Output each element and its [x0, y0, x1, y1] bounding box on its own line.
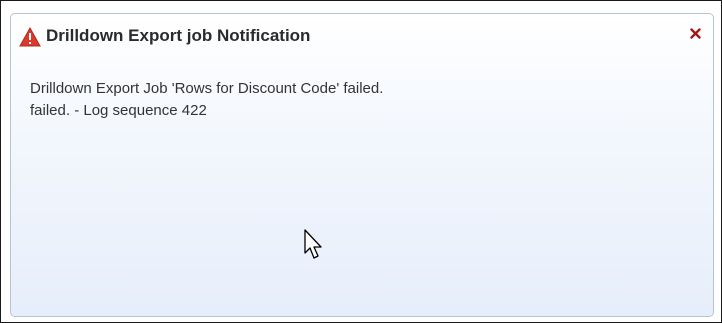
notification-panel: Drilldown Export job Notification Drilld… [10, 13, 714, 317]
message-line: Drilldown Export Job 'Rows for Discount … [30, 80, 384, 97]
notification-title: Drilldown Export job Notification [46, 26, 311, 45]
mouse-pointer-icon [303, 229, 325, 261]
window-frame: Drilldown Export job Notification Drilld… [0, 0, 722, 323]
warning-icon [19, 26, 41, 47]
close-button[interactable] [685, 24, 705, 44]
notification-message: Drilldown Export Job 'Rows for Discount … [30, 78, 383, 122]
close-icon [689, 28, 701, 39]
message-line: failed. - Log sequence 422 [30, 102, 207, 119]
notification-header: Drilldown Export job Notification [11, 14, 713, 58]
